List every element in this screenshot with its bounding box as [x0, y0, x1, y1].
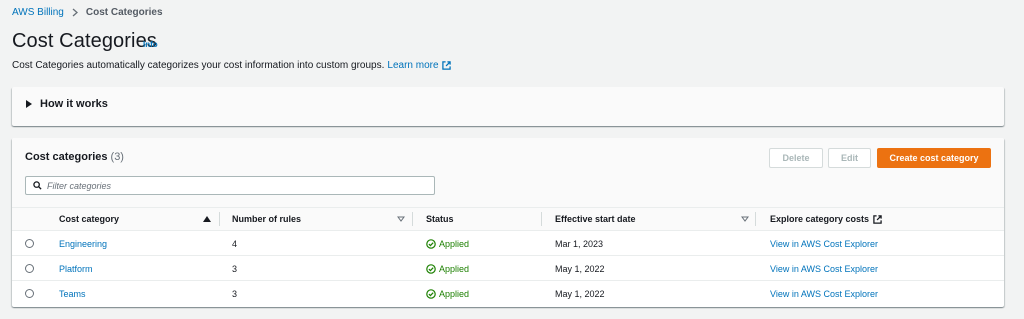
edit-button[interactable]: Edit — [828, 148, 871, 168]
cost-category-name-link[interactable]: Engineering — [59, 231, 107, 256]
column-header-effective-start-date[interactable]: Effective start date — [555, 208, 755, 230]
chevron-right-icon — [72, 8, 78, 17]
breadcrumb: AWS Billing Cost Categories — [12, 4, 163, 20]
how-it-works-toggle[interactable]: How it works — [26, 98, 108, 110]
view-in-cost-explorer-link[interactable]: View in AWS Cost Explorer — [770, 256, 878, 281]
column-divider — [755, 212, 756, 226]
breadcrumb-current: Cost Categories — [85, 6, 163, 18]
delete-button[interactable]: Delete — [769, 148, 823, 168]
external-link-icon — [441, 61, 451, 70]
filter-categories-input[interactable] — [47, 180, 427, 191]
rules-count: 3 — [232, 263, 238, 274]
status-badge: Applied — [426, 256, 469, 281]
sort-ascending-icon — [203, 216, 211, 222]
check-circle-icon — [426, 263, 436, 274]
caret-right-icon — [26, 100, 32, 108]
column-label-cost-category: Cost category — [59, 214, 120, 224]
how-it-works-panel: How it works — [12, 87, 1004, 126]
column-header-cost-category[interactable]: Cost category — [59, 208, 219, 230]
learn-more-label: Learn more — [387, 60, 439, 71]
create-cost-category-button[interactable]: Create cost category — [877, 148, 991, 168]
table-title: Cost categories (3) — [25, 151, 124, 163]
view-in-cost-explorer-link[interactable]: View in AWS Cost Explorer — [770, 231, 878, 256]
table-row: Teams 3 Applied May 1, 2022 View in AWS … — [12, 281, 1004, 306]
table-row: Engineering 4 Applied Mar 1, 2023 View i… — [12, 231, 1004, 256]
breadcrumb-link-aws-billing[interactable]: AWS Billing — [12, 7, 64, 18]
view-in-cost-explorer-link[interactable]: View in AWS Cost Explorer — [770, 281, 878, 306]
column-label-effective-start-date: Effective start date — [555, 214, 636, 224]
rules-count: 3 — [232, 288, 238, 299]
status-text: Applied — [439, 288, 470, 299]
page-title: Cost Categories — [12, 30, 157, 52]
status-text: Applied — [439, 238, 470, 249]
sort-icon — [397, 216, 405, 222]
table-title-text: Cost categories — [25, 151, 108, 163]
check-circle-icon — [426, 238, 436, 249]
effective-start-date: May 1, 2022 — [555, 263, 605, 274]
info-link[interactable]: Info — [143, 40, 158, 49]
check-circle-icon — [426, 288, 436, 299]
column-label-number-of-rules: Number of rules — [232, 214, 302, 224]
description-text: Cost Categories automatically categorize… — [12, 60, 385, 71]
page-description: Cost Categories automatically categorize… — [12, 60, 451, 71]
column-divider — [541, 212, 542, 226]
row-select-radio[interactable] — [25, 289, 34, 298]
filter-box — [25, 176, 435, 195]
column-divider — [412, 212, 413, 226]
search-icon — [33, 181, 42, 190]
column-label-status: Status — [426, 214, 454, 224]
table-count: (3) — [110, 151, 124, 163]
status-badge: Applied — [426, 281, 469, 306]
column-header-number-of-rules[interactable]: Number of rules — [232, 208, 412, 230]
effective-start-date: May 1, 2022 — [555, 288, 605, 299]
how-it-works-title: How it works — [40, 98, 108, 110]
table-row: Platform 3 Applied May 1, 2022 View in A… — [12, 256, 1004, 281]
effective-start-date: Mar 1, 2023 — [555, 238, 604, 249]
status-text: Applied — [439, 263, 470, 274]
column-header-status[interactable]: Status — [426, 208, 541, 230]
cost-categories-table-panel: Cost categories (3) Delete Edit Create co… — [12, 138, 1004, 307]
column-header-explore-category-costs: Explore category costs — [770, 208, 970, 230]
column-label-explore: Explore category costs — [770, 214, 870, 224]
cost-category-name-link[interactable]: Teams — [59, 281, 86, 306]
status-badge: Applied — [426, 231, 469, 256]
table-header-row: Cost category Number of rules Status Eff… — [12, 207, 1004, 231]
external-link-icon — [873, 214, 882, 224]
cost-category-name-link[interactable]: Platform — [59, 256, 93, 281]
row-select-radio[interactable] — [25, 239, 34, 248]
row-select-radio[interactable] — [25, 264, 34, 273]
learn-more-link[interactable]: Learn more — [387, 60, 451, 71]
rules-count: 4 — [232, 238, 238, 249]
sort-icon — [741, 216, 749, 222]
column-divider — [219, 212, 220, 226]
